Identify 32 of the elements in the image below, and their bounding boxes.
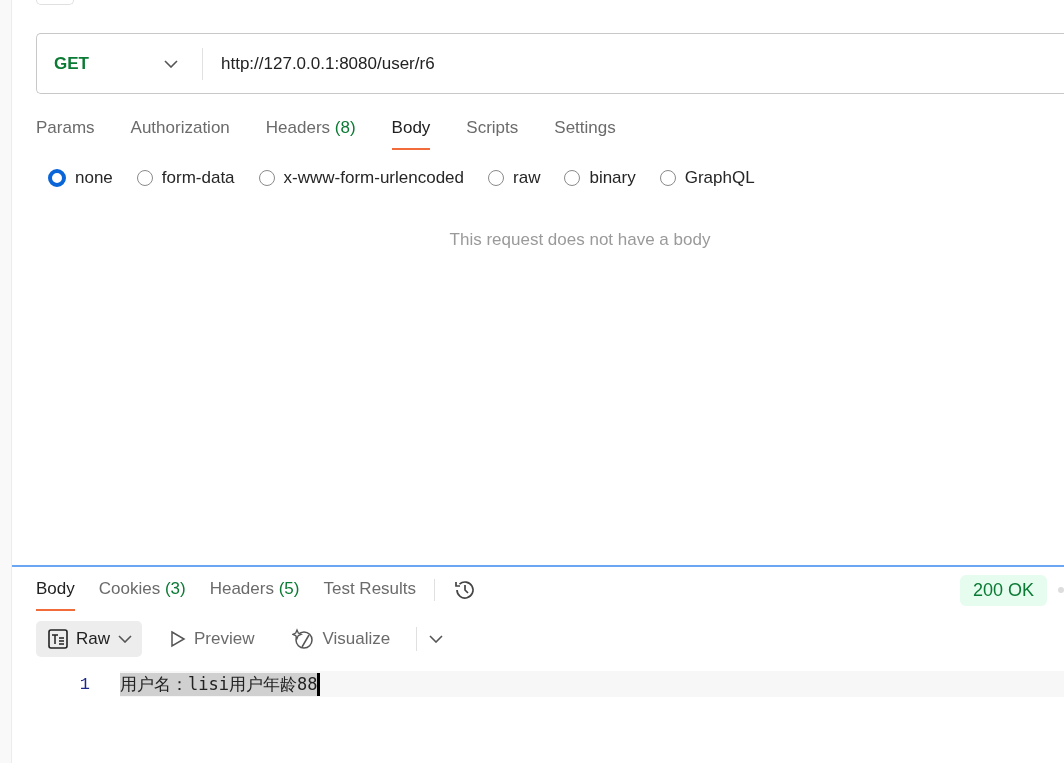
request-tab[interactable]: Headers (8): [265, 118, 356, 150]
request-tab[interactable]: Scripts: [466, 118, 519, 150]
view-mode-button[interactable]: Preview: [158, 621, 265, 657]
response-tab[interactable]: Test Results: [323, 579, 417, 611]
view-mode-button[interactable]: Visualize: [280, 621, 401, 657]
response-tab[interactable]: Body: [36, 579, 75, 611]
view-mode-button[interactable]: Raw: [36, 621, 142, 657]
method-dropdown[interactable]: GET: [37, 47, 203, 80]
request-tab[interactable]: Settings: [554, 118, 616, 150]
line-number: 1: [78, 674, 91, 694]
response-tab[interactable]: Cookies (3): [98, 579, 186, 611]
text-format-icon: [48, 629, 68, 649]
code-text: 用户名：lisi用户年龄88: [120, 672, 321, 696]
chevron-down-icon[interactable]: [429, 635, 444, 643]
body-type-radio[interactable]: binary: [564, 168, 636, 188]
chevron-down-icon: [164, 59, 178, 68]
body-type-radio[interactable]: none: [48, 168, 113, 188]
body-type-radio[interactable]: x-www-form-urlencoded: [258, 168, 464, 188]
play-icon: [170, 630, 186, 648]
sparkle-circle-icon: [292, 628, 315, 650]
body-type-radio[interactable]: GraphQL: [659, 168, 755, 188]
chevron-down-icon: [118, 635, 132, 643]
response-tab[interactable]: Headers (5): [209, 579, 300, 611]
status-badge: 200 OK: [959, 574, 1047, 606]
request-tab[interactable]: Params: [36, 118, 95, 150]
request-tab[interactable]: Authorization: [130, 118, 230, 150]
request-tab[interactable]: Body: [391, 118, 431, 150]
url-field[interactable]: GET http://127.0.0.1:8080/user/r6: [36, 33, 1064, 94]
status-dot-icon: [1058, 587, 1064, 593]
body-type-radio[interactable]: form-data: [136, 168, 235, 188]
empty-body-message: This request does not have a body: [449, 230, 711, 250]
body-type-radio[interactable]: raw: [488, 168, 541, 188]
